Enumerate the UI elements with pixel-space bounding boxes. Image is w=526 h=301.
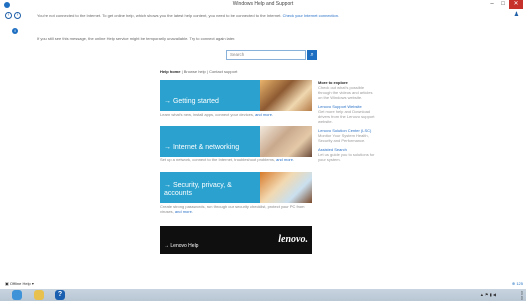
separator: | [181, 69, 183, 74]
help-icon[interactable]: ? [55, 290, 65, 300]
minimize-button[interactable]: – [487, 0, 497, 9]
title-bar: Windows Help and Support – □ ✕ [0, 0, 526, 10]
tile-desc-text: Set up a network, connect to the Interne… [160, 157, 275, 162]
more-link[interactable]: and more. [276, 157, 294, 162]
forward-arrow-icon[interactable]: › [14, 12, 21, 19]
search-input[interactable]: Search [226, 50, 306, 60]
tile-label-text: Lenovo Help [170, 243, 199, 249]
tile-description: Create strong passwords, run through our… [160, 204, 316, 214]
window-title: Windows Help and Support [232, 1, 294, 7]
check-connection-link[interactable]: Check your Internet connection. [283, 13, 339, 18]
zoom-value: 125 [516, 281, 523, 286]
help-home-link[interactable]: Help home [160, 69, 180, 74]
info-icon: i [12, 28, 18, 34]
tile-label: → Getting started [164, 98, 219, 105]
tile-getting-started[interactable]: → Getting started [160, 80, 312, 111]
more-link[interactable]: and more. [175, 209, 193, 214]
search-icon[interactable]: ⌕ [307, 50, 317, 60]
explore-intro: Check out what's possible through the vi… [318, 85, 373, 100]
tile-label-text: Security, privacy, & accounts [164, 182, 232, 197]
contact-support-link[interactable]: Contact support [209, 69, 237, 74]
tile-desc-text: Learn what's new, install apps, connect … [160, 112, 254, 117]
tile-photo [260, 80, 312, 111]
person-icon[interactable]: ♟ [513, 12, 520, 19]
assisted-search-text: Let us guide you to solutions for your s… [318, 152, 375, 162]
tile-description: Learn what's new, install apps, connect … [160, 112, 316, 117]
lenovo-solution-center-text: Monitor Your System Health, Security and… [318, 133, 369, 143]
notice-text: You're not connected to the Internet. To… [37, 13, 282, 18]
nav-bar: ‹ › You're not connected to the Internet… [0, 10, 526, 22]
taskbar: ? ▲ ⚑ ▮ ◀ ▯ ▯ [0, 289, 526, 301]
tile-lenovo-help[interactable]: → Lenovo Help lenovo. [160, 226, 312, 254]
tile-description: Set up a network, connect to the Interne… [160, 157, 316, 162]
file-explorer-icon[interactable] [34, 290, 44, 300]
offline-help-label: Offline Help [9, 281, 31, 286]
zoom-level[interactable]: ⊕ 125 [512, 281, 523, 286]
more-link[interactable]: and more. [255, 112, 273, 117]
internet-explorer-icon[interactable] [12, 290, 22, 300]
tile-photo [260, 126, 312, 157]
offline-help-dropdown[interactable]: ▣ Offline Help ▾ [5, 281, 34, 286]
clock[interactable]: ▯ ▯ [521, 290, 523, 300]
tile-label-text: Internet & networking [172, 144, 240, 151]
tile-label-text: Getting started [172, 98, 219, 105]
lenovo-support-text: Get more help and Download drivers from … [318, 109, 375, 124]
help-links: Help home | Browse help | Contact suppor… [160, 69, 237, 74]
tile-label: → Internet & networking [164, 144, 240, 151]
close-button[interactable]: ✕ [509, 0, 523, 9]
separator: | [206, 69, 208, 74]
tile-internet-networking[interactable]: → Internet & networking [160, 126, 312, 157]
tile-label: → Security, privacy, & accounts [164, 182, 232, 197]
more-to-explore: More to explore Check out what's possibl… [318, 80, 378, 166]
tile-security-privacy[interactable]: → Security, privacy, & accounts [160, 172, 312, 203]
info-text: If you still see this message, the onlin… [37, 36, 236, 41]
back-arrow-icon[interactable]: ‹ [5, 12, 12, 19]
tile-photo [260, 172, 312, 203]
tile-label: → Lenovo Help [164, 243, 199, 249]
status-bar: ▣ Offline Help ▾ ⊕ 125 [0, 280, 526, 288]
browse-help-link[interactable]: Browse help [184, 69, 206, 74]
maximize-button[interactable]: □ [498, 0, 508, 9]
offline-notice: You're not connected to the Internet. To… [37, 13, 339, 18]
system-tray[interactable]: ▲ ⚑ ▮ ◀ [480, 292, 496, 297]
lenovo-logo: lenovo. [278, 234, 308, 245]
